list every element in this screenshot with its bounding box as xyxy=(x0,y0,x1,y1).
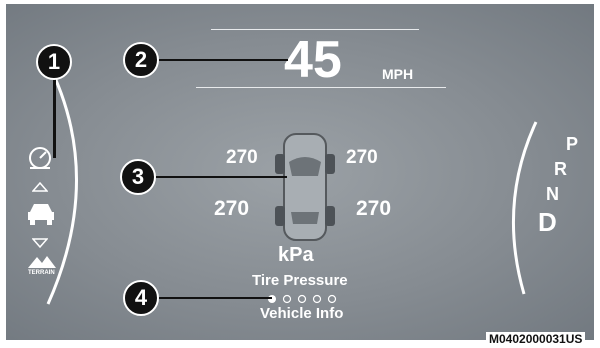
page-indicator xyxy=(268,294,337,304)
gear-d: D xyxy=(538,207,557,237)
speed-bottom-rule xyxy=(196,87,446,88)
callout-2-line xyxy=(150,59,288,61)
pressure-unit: kPa xyxy=(278,244,314,266)
callout-3: 3 xyxy=(120,159,156,195)
terrain-icon xyxy=(28,256,56,268)
cluster-display: TERRAIN 45 MPH 270 270 270 270 kPa Tire … xyxy=(6,4,594,340)
callout-4-line xyxy=(150,297,272,299)
callout-1: 1 xyxy=(36,44,72,80)
speed-unit: MPH xyxy=(382,66,414,82)
gear-n: N xyxy=(546,184,559,204)
menu-title: Tire Pressure xyxy=(252,272,348,289)
gauge-icon xyxy=(29,147,51,169)
arrow-up-icon xyxy=(32,182,48,192)
tire-front-right: 270 xyxy=(346,147,378,168)
page-dot xyxy=(312,294,322,304)
tire-rear-right: 270 xyxy=(356,197,392,220)
callout-2: 2 xyxy=(123,42,159,78)
vehicle-top-view xyxy=(275,133,335,241)
callout-4: 4 xyxy=(123,280,159,316)
menu-subtitle: Vehicle Info xyxy=(260,305,344,322)
speed-value: 45 xyxy=(284,31,342,89)
gear-r: R xyxy=(554,159,567,179)
figure-code: M0402000031US xyxy=(486,332,586,346)
callout-1-line xyxy=(53,72,56,158)
page-dot xyxy=(297,294,307,304)
gear-p: P xyxy=(566,134,579,154)
page-dot xyxy=(282,294,292,304)
terrain-label: TERRAIN xyxy=(28,270,55,276)
callout-3-line xyxy=(147,176,287,178)
vehicle-icon xyxy=(28,204,54,225)
arrow-down-icon xyxy=(32,238,48,248)
tire-rear-left: 270 xyxy=(214,197,250,220)
tire-front-left: 270 xyxy=(226,147,258,168)
page-dot xyxy=(327,294,337,304)
right-arc xyxy=(511,121,538,295)
